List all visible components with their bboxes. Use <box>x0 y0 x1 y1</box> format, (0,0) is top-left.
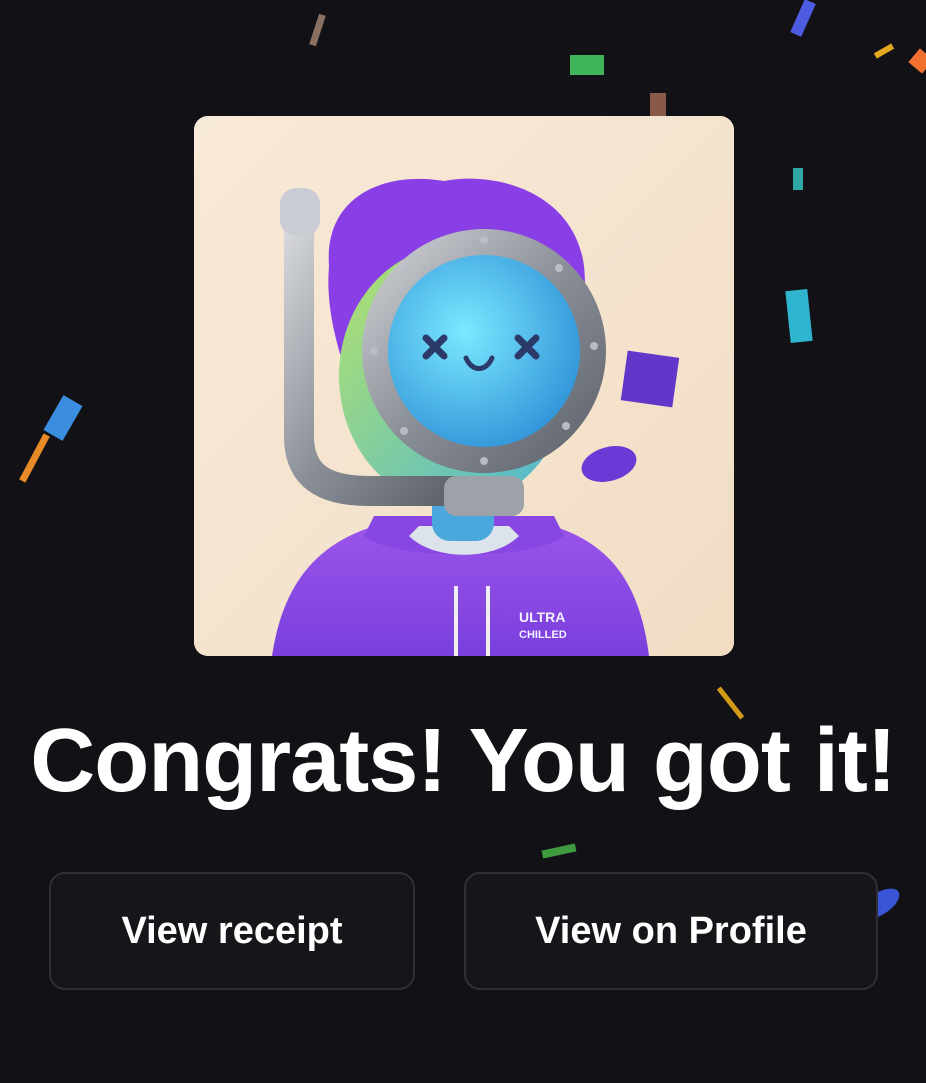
confetti-piece <box>541 843 577 859</box>
confetti-piece <box>309 13 326 47</box>
confetti-piece <box>908 48 926 74</box>
nft-image: ULTRA CHILLED <box>194 116 734 656</box>
svg-text:CHILLED: CHILLED <box>519 629 567 641</box>
confetti-piece <box>19 433 50 483</box>
confetti-piece <box>793 168 803 190</box>
confetti-piece <box>785 288 813 344</box>
congrats-headline: Congrats! You got it! <box>30 711 897 811</box>
view-on-profile-label: View on Profile <box>535 909 807 952</box>
view-on-profile-button[interactable]: View on Profile <box>464 872 878 990</box>
confetti-piece <box>873 43 895 59</box>
confetti-piece <box>43 395 83 441</box>
confetti-piece <box>790 0 816 37</box>
confetti-piece <box>570 55 604 75</box>
hoodie-text: ULTRA <box>519 609 565 625</box>
view-receipt-label: View receipt <box>121 909 343 952</box>
view-receipt-button[interactable]: View receipt <box>49 872 415 990</box>
